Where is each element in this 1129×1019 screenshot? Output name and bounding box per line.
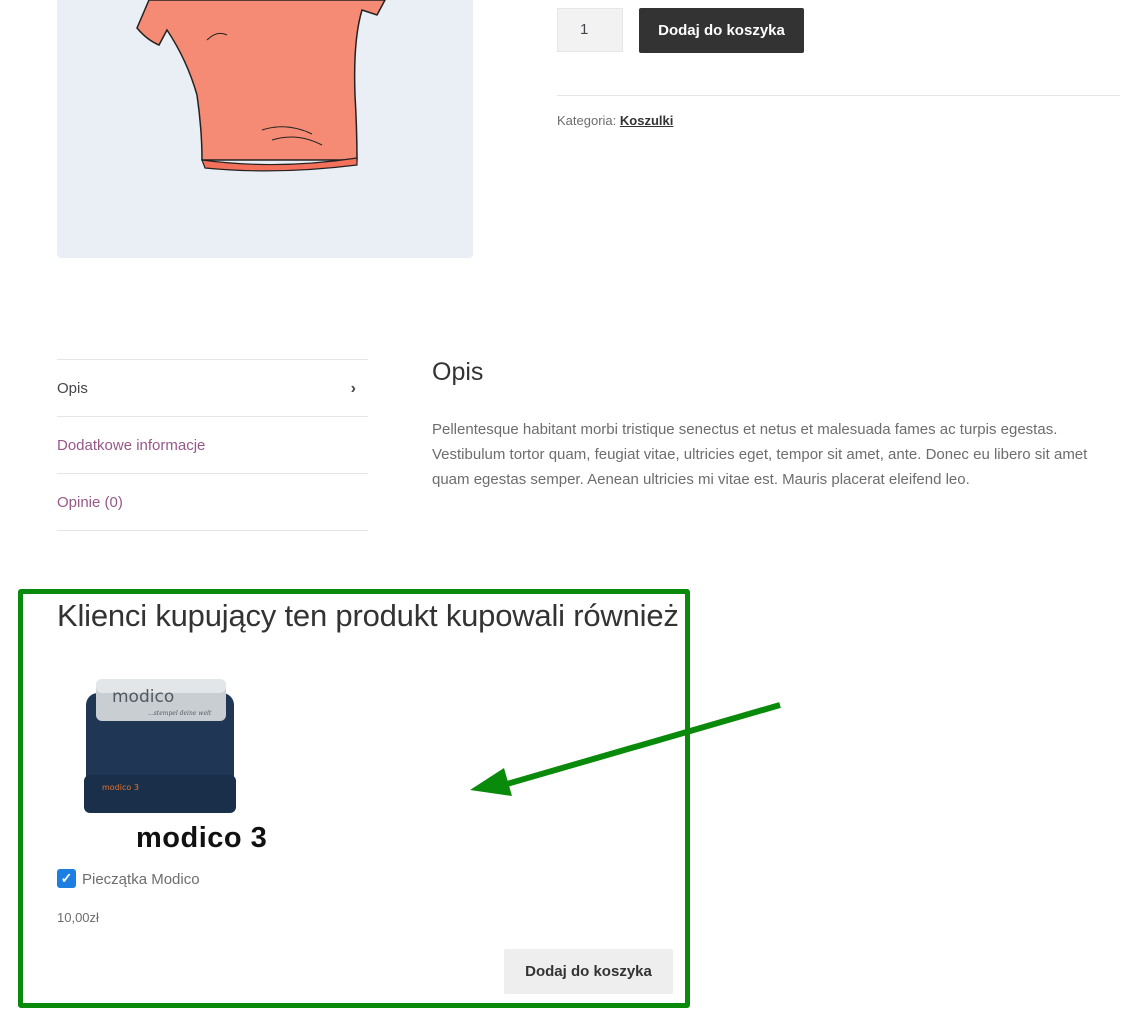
annotation-arrow-icon <box>460 690 800 800</box>
tab-label: Dodatkowe informacje <box>57 437 206 454</box>
product-image[interactable] <box>57 0 473 258</box>
divider <box>557 95 1120 96</box>
tab-additional-info[interactable]: Dodatkowe informacje <box>57 416 368 473</box>
upsell-checkbox[interactable]: ✓ <box>57 869 76 888</box>
product-tabs: Opis › Dodatkowe informacje Opinie (0) <box>57 359 368 531</box>
tab-reviews[interactable]: Opinie (0) <box>57 473 368 531</box>
chevron-right-icon: › <box>350 380 356 397</box>
category-link[interactable]: Koszulki <box>620 113 673 128</box>
stamp-brand-caption: modico 3 <box>136 822 268 854</box>
upsell-item-price: 10,00zł <box>57 910 99 925</box>
stamp-brand-text: modico <box>112 687 174 707</box>
description-heading: Opis <box>432 358 484 386</box>
tab-label: Opinie (0) <box>57 494 123 511</box>
description-text: Pellentesque habitant morbi tristique se… <box>432 421 1088 488</box>
stamp-tagline-text: ...stempel deine welt <box>148 710 212 717</box>
quantity-input[interactable]: 1 <box>557 8 623 52</box>
check-icon: ✓ <box>60 870 73 886</box>
upsell-heading: Klienci kupujący ten produkt kupowali ró… <box>57 598 679 633</box>
tab-description[interactable]: Opis › <box>57 359 368 416</box>
upsell-item-name: Pieczątka Modico <box>82 871 200 888</box>
tab-label: Opis <box>57 380 88 397</box>
upsell-add-to-cart-button[interactable]: Dodaj do koszyka <box>504 949 673 994</box>
category-label: Kategoria: <box>557 113 617 128</box>
stamp-model-text: modico 3 <box>102 783 139 792</box>
product-category: Kategoria: Koszulki <box>557 113 673 128</box>
add-to-cart-button[interactable]: Dodaj do koszyka <box>639 8 804 53</box>
